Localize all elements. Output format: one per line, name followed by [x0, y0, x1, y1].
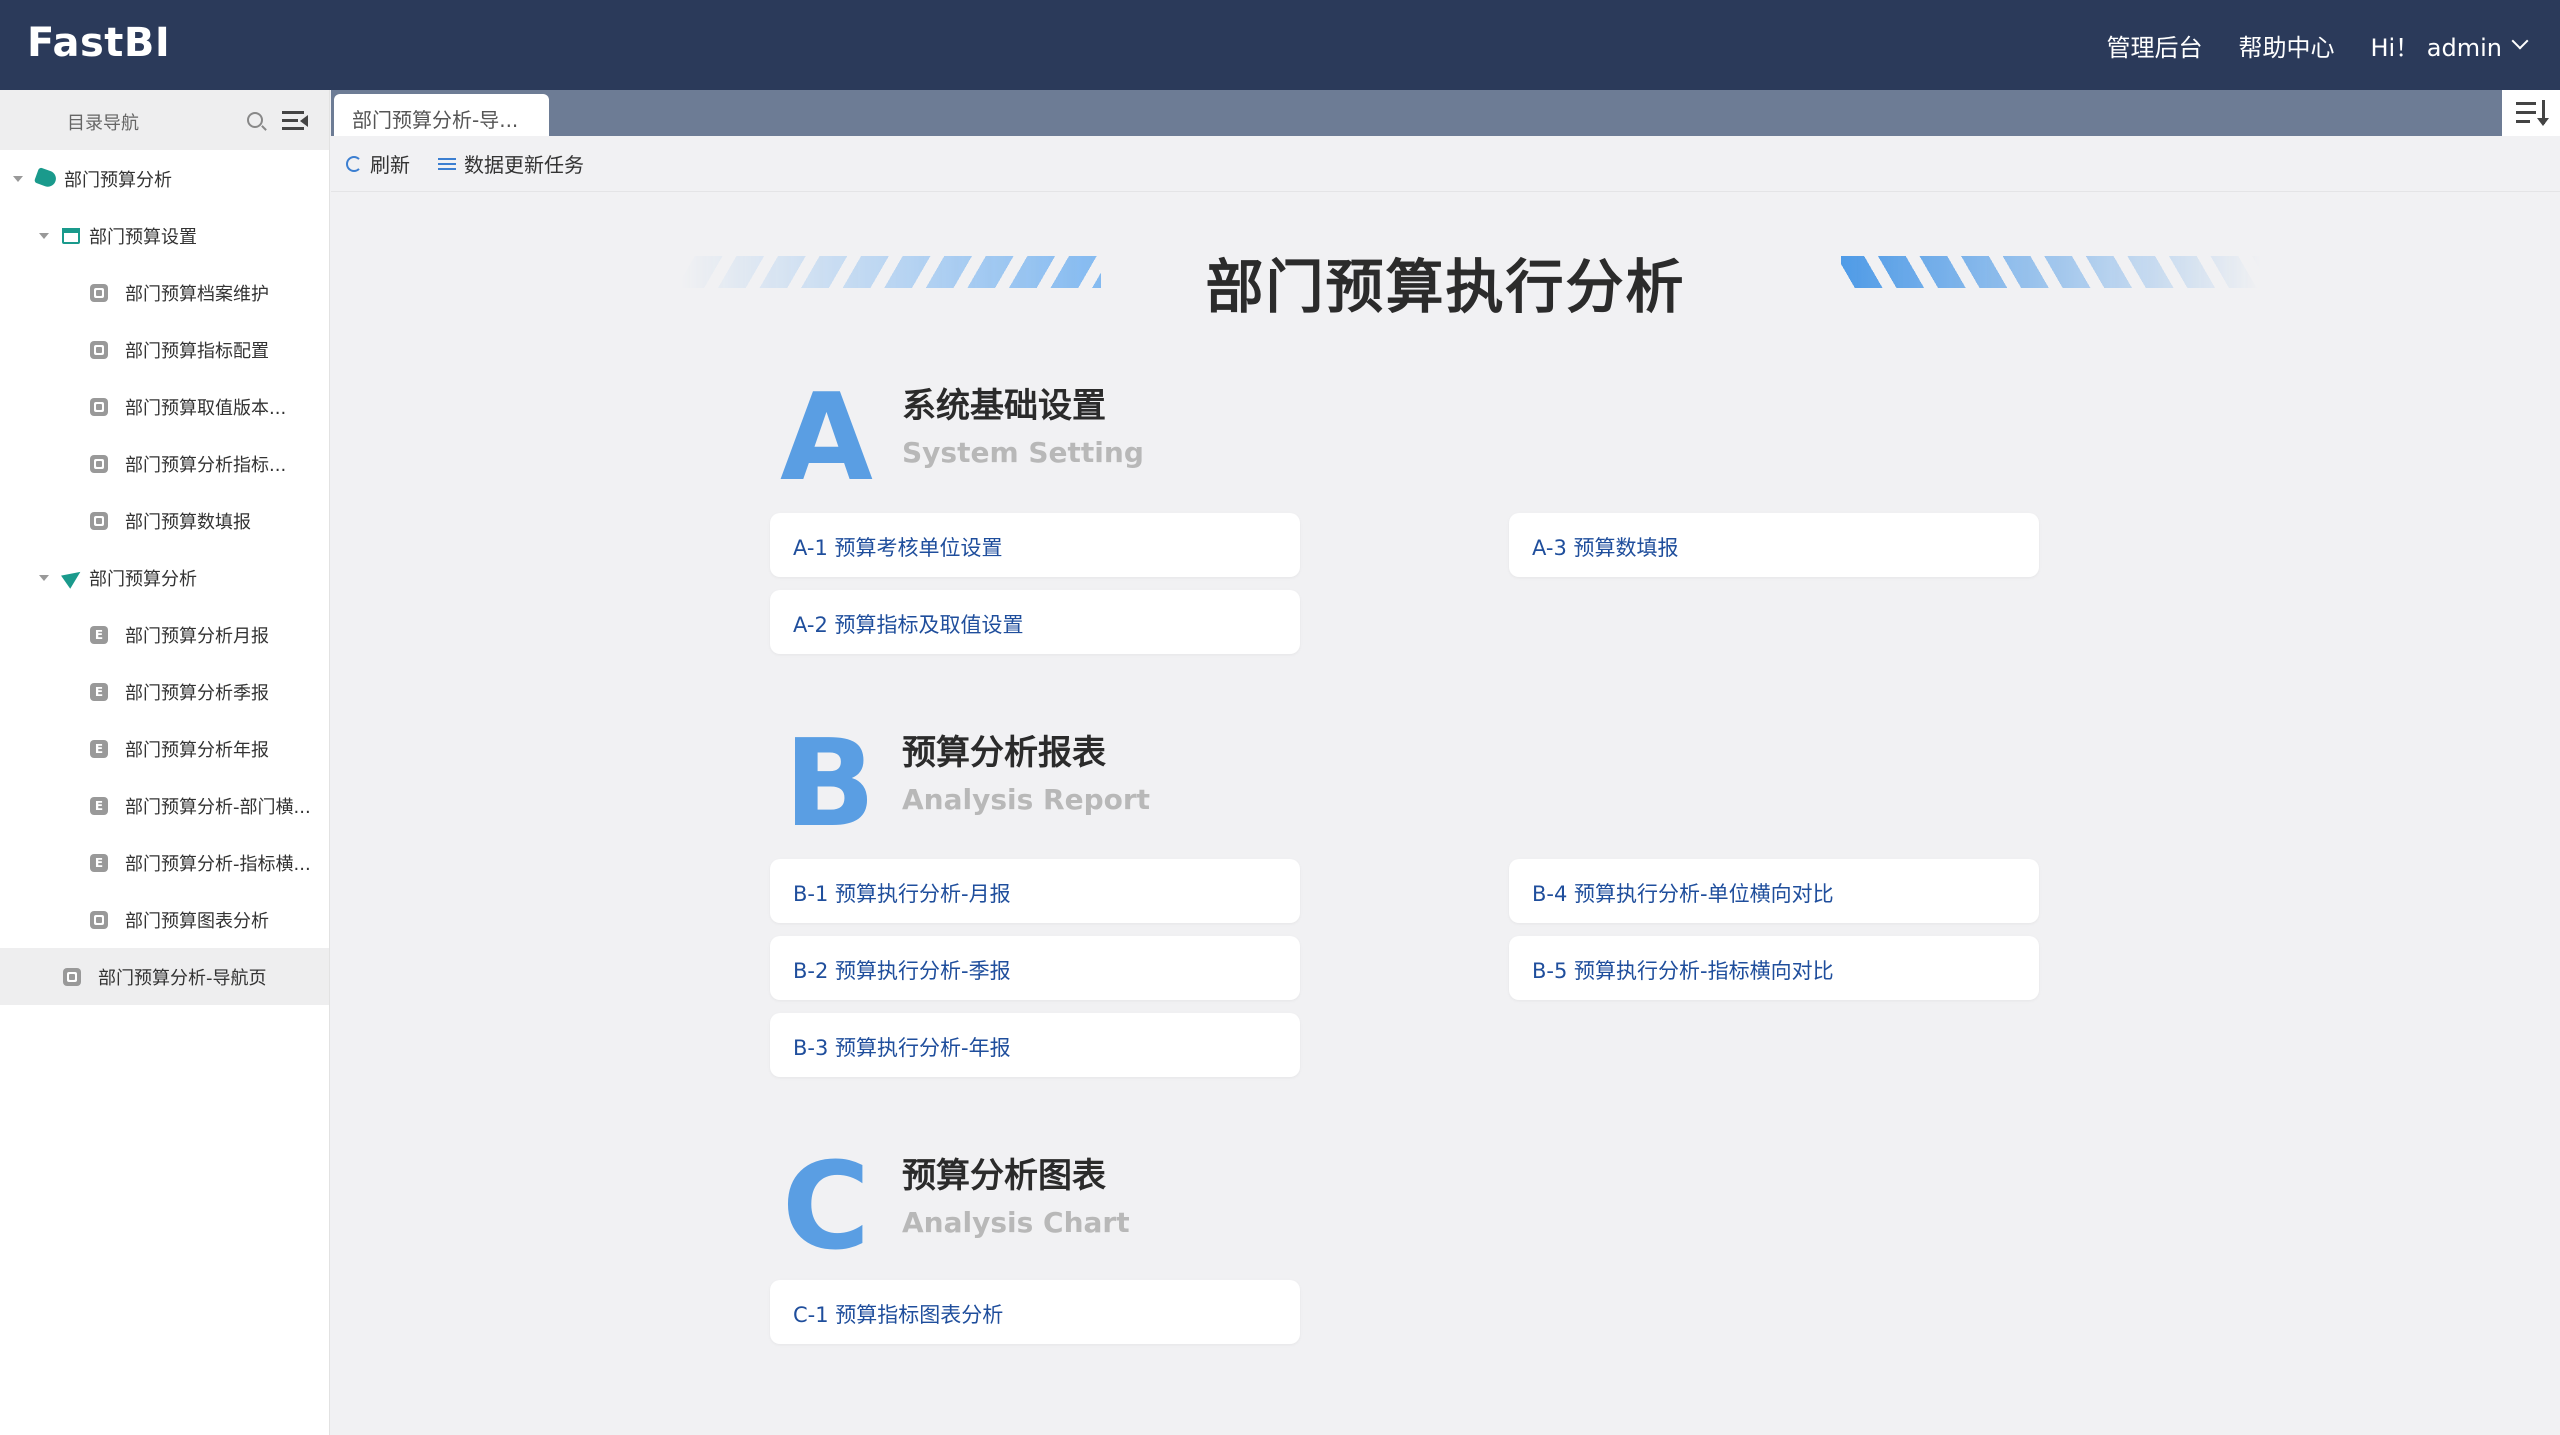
excel-icon: E	[90, 854, 108, 872]
top-nav: 管理后台 帮助中心 Hi！ admin	[2070, 0, 2529, 90]
report-icon	[90, 398, 108, 416]
tree-item-fill-report[interactable]: 部门预算数填报	[0, 492, 329, 549]
link-card-c1[interactable]: C-1 预算指标图表分析	[770, 1280, 1300, 1344]
tree-item-label: 部门预算档案维护	[125, 283, 269, 305]
tree-item-label: 部门预算数填报	[125, 511, 251, 533]
tree-folder-analysis[interactable]: 部门预算分析	[0, 549, 329, 606]
tree-item-label: 部门预算分析	[89, 568, 197, 590]
report-icon	[90, 341, 108, 359]
tree-item-archive[interactable]: 部门预算档案维护	[0, 264, 329, 321]
collapse-sidebar-icon[interactable]	[282, 110, 308, 132]
link-card-b3[interactable]: B-3 预算执行分析-年报	[770, 1013, 1300, 1077]
page-title: 部门预算执行分析	[1205, 253, 1686, 321]
tree-item-label: 部门预算指标配置	[125, 340, 269, 362]
data-update-label: 数据更新任务	[464, 153, 584, 177]
tag-icon	[33, 167, 59, 189]
tree-item-label: 部门预算设置	[89, 226, 197, 248]
caret-down-icon[interactable]	[39, 233, 49, 239]
sidebar-header: 目录导航	[0, 90, 329, 150]
tree-item-analysis-indicator[interactable]: 部门预算分析指标...	[0, 435, 329, 492]
report-icon	[90, 455, 108, 473]
directory-tree: 部门预算分析 部门预算设置 部门预算档案维护 部门预算指标配置 部门预算取值版本…	[0, 150, 329, 1005]
excel-icon: E	[90, 797, 108, 815]
excel-icon: E	[90, 683, 108, 701]
calendar-icon	[62, 228, 80, 244]
section-a-title: 系统基础设置	[902, 386, 1106, 426]
link-card-b4[interactable]: B-4 预算执行分析-单位横向对比	[1509, 859, 2039, 923]
tree-item-chart-analysis[interactable]: 部门预算图表分析	[0, 891, 329, 948]
tree-folder-budget-analysis[interactable]: 部门预算分析	[0, 150, 329, 207]
section-a-subtitle: System Setting	[902, 436, 1144, 469]
search-icon[interactable]	[247, 112, 263, 128]
tree-item-quarterly[interactable]: E 部门预算分析季报	[0, 663, 329, 720]
tree-item-label: 部门预算分析-部门横...	[125, 796, 311, 818]
tree-item-label: 部门预算图表分析	[125, 910, 269, 932]
section-c-subtitle: Analysis Chart	[902, 1206, 1130, 1239]
link-card-b2[interactable]: B-2 预算执行分析-季报	[770, 936, 1300, 1000]
tree-item-label: 部门预算分析季报	[125, 682, 269, 704]
tree-item-annual[interactable]: E 部门预算分析年报	[0, 720, 329, 777]
link-card-a1[interactable]: A-1 预算考核单位设置	[770, 513, 1300, 577]
link-card-a2[interactable]: A-2 预算指标及取值设置	[770, 590, 1300, 654]
main-content: 部门预算执行分析 A 系统基础设置 System Setting A-1 预算考…	[331, 193, 2560, 1435]
tree-item-value-version[interactable]: 部门预算取值版本...	[0, 378, 329, 435]
caret-down-icon[interactable]	[39, 575, 49, 581]
nav-admin-link[interactable]: 管理后台	[2106, 28, 2202, 63]
section-b-letter: B	[784, 715, 876, 854]
data-update-task-button[interactable]: 数据更新任务	[438, 149, 584, 178]
user-menu[interactable]: Hi！ admin	[2370, 28, 2529, 63]
excel-icon: E	[90, 740, 108, 758]
tree-item-label: 部门预算取值版本...	[125, 397, 287, 419]
user-greeting: Hi！ admin	[2370, 33, 2502, 62]
tab-navigation-page[interactable]: 部门预算分析-导...	[334, 94, 549, 136]
refresh-button[interactable]: 刷新	[346, 149, 410, 178]
tree-item-label: 部门预算分析指标...	[125, 454, 287, 476]
tree-item-monthly[interactable]: E 部门预算分析月报	[0, 606, 329, 663]
chevron-down-icon	[2511, 32, 2529, 50]
excel-icon: E	[90, 626, 108, 644]
tab-list-menu-icon[interactable]	[2502, 90, 2560, 136]
report-icon	[63, 968, 81, 986]
section-b-title: 预算分析报表	[902, 733, 1106, 773]
section-a-letter: A	[780, 369, 873, 508]
tree-item-label: 部门预算分析年报	[125, 739, 269, 761]
section-b-subtitle: Analysis Report	[902, 783, 1151, 816]
tree-item-label: 部门预算分析月报	[125, 625, 269, 647]
sliders-icon	[438, 157, 456, 171]
tree-item-label: 部门预算分析	[64, 169, 172, 191]
tree-item-dept-compare[interactable]: E 部门预算分析-部门横...	[0, 777, 329, 834]
report-icon	[90, 911, 108, 929]
section-c-letter: C	[782, 1138, 871, 1277]
tree-item-label: 部门预算分析-指标横...	[125, 853, 311, 875]
refresh-label: 刷新	[370, 153, 410, 177]
report-icon	[90, 512, 108, 530]
top-header: FastBI 管理后台 帮助中心 Hi！ admin	[0, 0, 2560, 90]
tree-folder-budget-settings[interactable]: 部门预算设置	[0, 207, 329, 264]
tree-item-indicator-config[interactable]: 部门预算指标配置	[0, 321, 329, 378]
link-card-b1[interactable]: B-1 预算执行分析-月报	[770, 859, 1300, 923]
tree-item-indicator-compare[interactable]: E 部门预算分析-指标横...	[0, 834, 329, 891]
caret-down-icon[interactable]	[13, 176, 23, 182]
link-card-a3[interactable]: A-3 预算数填报	[1509, 513, 2039, 577]
toolbar: 刷新 数据更新任务	[331, 136, 2560, 192]
tree-item-label: 部门预算分析-导航页	[98, 967, 267, 989]
tab-bar: 部门预算分析-导...	[331, 90, 2560, 136]
sidebar-title: 目录导航	[67, 113, 139, 134]
report-icon	[90, 284, 108, 302]
section-c-title: 预算分析图表	[902, 1156, 1106, 1196]
sidebar: 目录导航 部门预算分析 部门预算设置 部门预算档案维护 部门预算指标配置 部门预…	[0, 90, 330, 1435]
link-card-b5[interactable]: B-5 预算执行分析-指标横向对比	[1509, 936, 2039, 1000]
nav-help-link[interactable]: 帮助中心	[2238, 28, 2334, 63]
paper-plane-icon	[61, 565, 85, 589]
refresh-icon	[346, 155, 362, 172]
app-logo: FastBI	[27, 20, 171, 66]
tree-item-navigation-page[interactable]: 部门预算分析-导航页	[0, 948, 329, 1005]
